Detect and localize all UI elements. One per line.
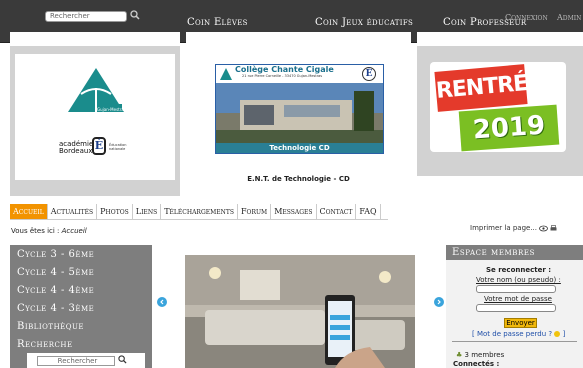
slider-next-button[interactable] [434,297,444,307]
search-icon[interactable] [130,10,140,20]
school-address: 21 rue Pierre Corneille - 33470 Gujan-Me… [242,74,323,78]
home-slider-image [185,255,415,368]
school-logo-icon [220,68,232,80]
school-name: Collège Chante Cigale [235,65,334,74]
rentree-year: 2019 [458,104,560,152]
rentree-word: RENTRÉE [434,64,542,112]
nav-forum[interactable]: Forum [238,204,272,219]
rentree-panel: RENTRÉE 2019 [430,62,566,152]
left-logo-frame: Gujan-Mestras académie Bordeaux É Éducati… [10,46,180,196]
living-room-phone-photo [185,255,415,368]
menu-cycle4-3eme[interactable]: Cycle 4 - 3ème [17,303,94,314]
members-title: Espace membres [446,245,583,260]
top-search-input[interactable]: Rechercher [45,11,127,22]
nav-photos[interactable]: Photos [97,204,133,219]
left-menu: Cycle 3 - 6ème Cycle 4 - 5ème Cycle 4 - … [10,245,152,368]
member-count: ♣ 3 membres [456,351,505,359]
menu-cycle4-5eme[interactable]: Cycle 4 - 5ème [17,267,94,278]
print-link[interactable]: Imprimer la page... [470,224,557,232]
side-search-icon[interactable] [118,355,127,364]
printer-icon[interactable] [550,224,557,232]
eye-icon[interactable] [539,225,549,232]
chevron-right-icon[interactable] [434,297,444,307]
nav-contact[interactable]: Contact [317,204,357,219]
school-banner: Collège Chante Cigale 21 rue Pierre Corn… [215,64,384,154]
members-icon: ♣ [456,351,463,359]
logo-town-label: Gujan-Mestras [97,107,126,112]
nav-liens[interactable]: Liens [133,204,162,219]
academy-e-icon: É [362,67,376,81]
academy-e-logo: É [92,137,106,155]
breadcrumb-prefix: Vous êtes ici : [11,227,60,235]
nav-faq[interactable]: FAQ [356,204,381,219]
chevron-left-icon[interactable] [157,297,167,307]
ent-title: E.N.T. de Technologie - CD [247,175,350,183]
forgot-password-link[interactable]: [ Mot de passe perdu ? ] [472,330,565,338]
menu-bibliotheque[interactable]: Bibliothèque [17,321,84,332]
side-search-input[interactable]: Rechercher [37,356,115,366]
breadcrumb: Vous êtes ici : Accueil [11,227,87,235]
left-logo-panel: Gujan-Mestras académie Bordeaux É Éducati… [15,54,175,180]
print-label[interactable]: Imprimer la page... [470,224,537,232]
nav-messages[interactable]: Messages [271,204,317,219]
school-building-photo [216,83,383,143]
password-label: Votre mot de passe [484,295,552,303]
nav-telechargements[interactable]: Téléchargements [161,204,238,219]
academy-logo-text: académie Bordeaux [59,140,94,155]
admin-link[interactable]: Admin [557,13,581,22]
academy-badge-text: Éducation nationale [109,143,127,151]
tech-caption: Technologie CD [216,143,383,153]
breadcrumb-current[interactable]: Accueil [62,227,87,235]
reconnect-label: Se reconnecter : [486,266,552,274]
connected-label: Connectés : [453,360,500,368]
main-nav: Accueil Actualités Photos Liens Téléchar… [10,204,388,220]
center-header-panel: Collège Chante Cigale 21 rue Pierre Corn… [186,46,411,196]
username-label: Votre nom (ou pseudo) : [476,276,561,284]
menu-cycle3-6eme[interactable]: Cycle 3 - 6ème [17,249,94,260]
submit-button[interactable]: Envoyer [504,318,537,328]
menu-cycle4-4eme[interactable]: Cycle 4 - 4ème [17,285,94,296]
right-logo-frame: RENTRÉE 2019 [417,46,583,176]
members-divider [452,341,577,342]
nav-actualites[interactable]: Actualités [48,204,98,219]
members-panel: Espace membres Se reconnecter : Votre no… [446,245,583,368]
menu-recherche[interactable]: Recherche [17,339,73,350]
username-input[interactable] [476,285,556,293]
slider-prev-button[interactable] [157,297,167,307]
connexion-link[interactable]: Connexion [505,13,548,22]
nav-coin-eleves[interactable]: Coin Elèves [187,17,248,28]
nav-coin-jeux[interactable]: Coin Jeux éducatifs [315,17,413,28]
side-search-box: Rechercher [27,353,145,368]
password-input[interactable] [476,304,556,312]
nav-accueil[interactable]: Accueil [10,204,48,219]
